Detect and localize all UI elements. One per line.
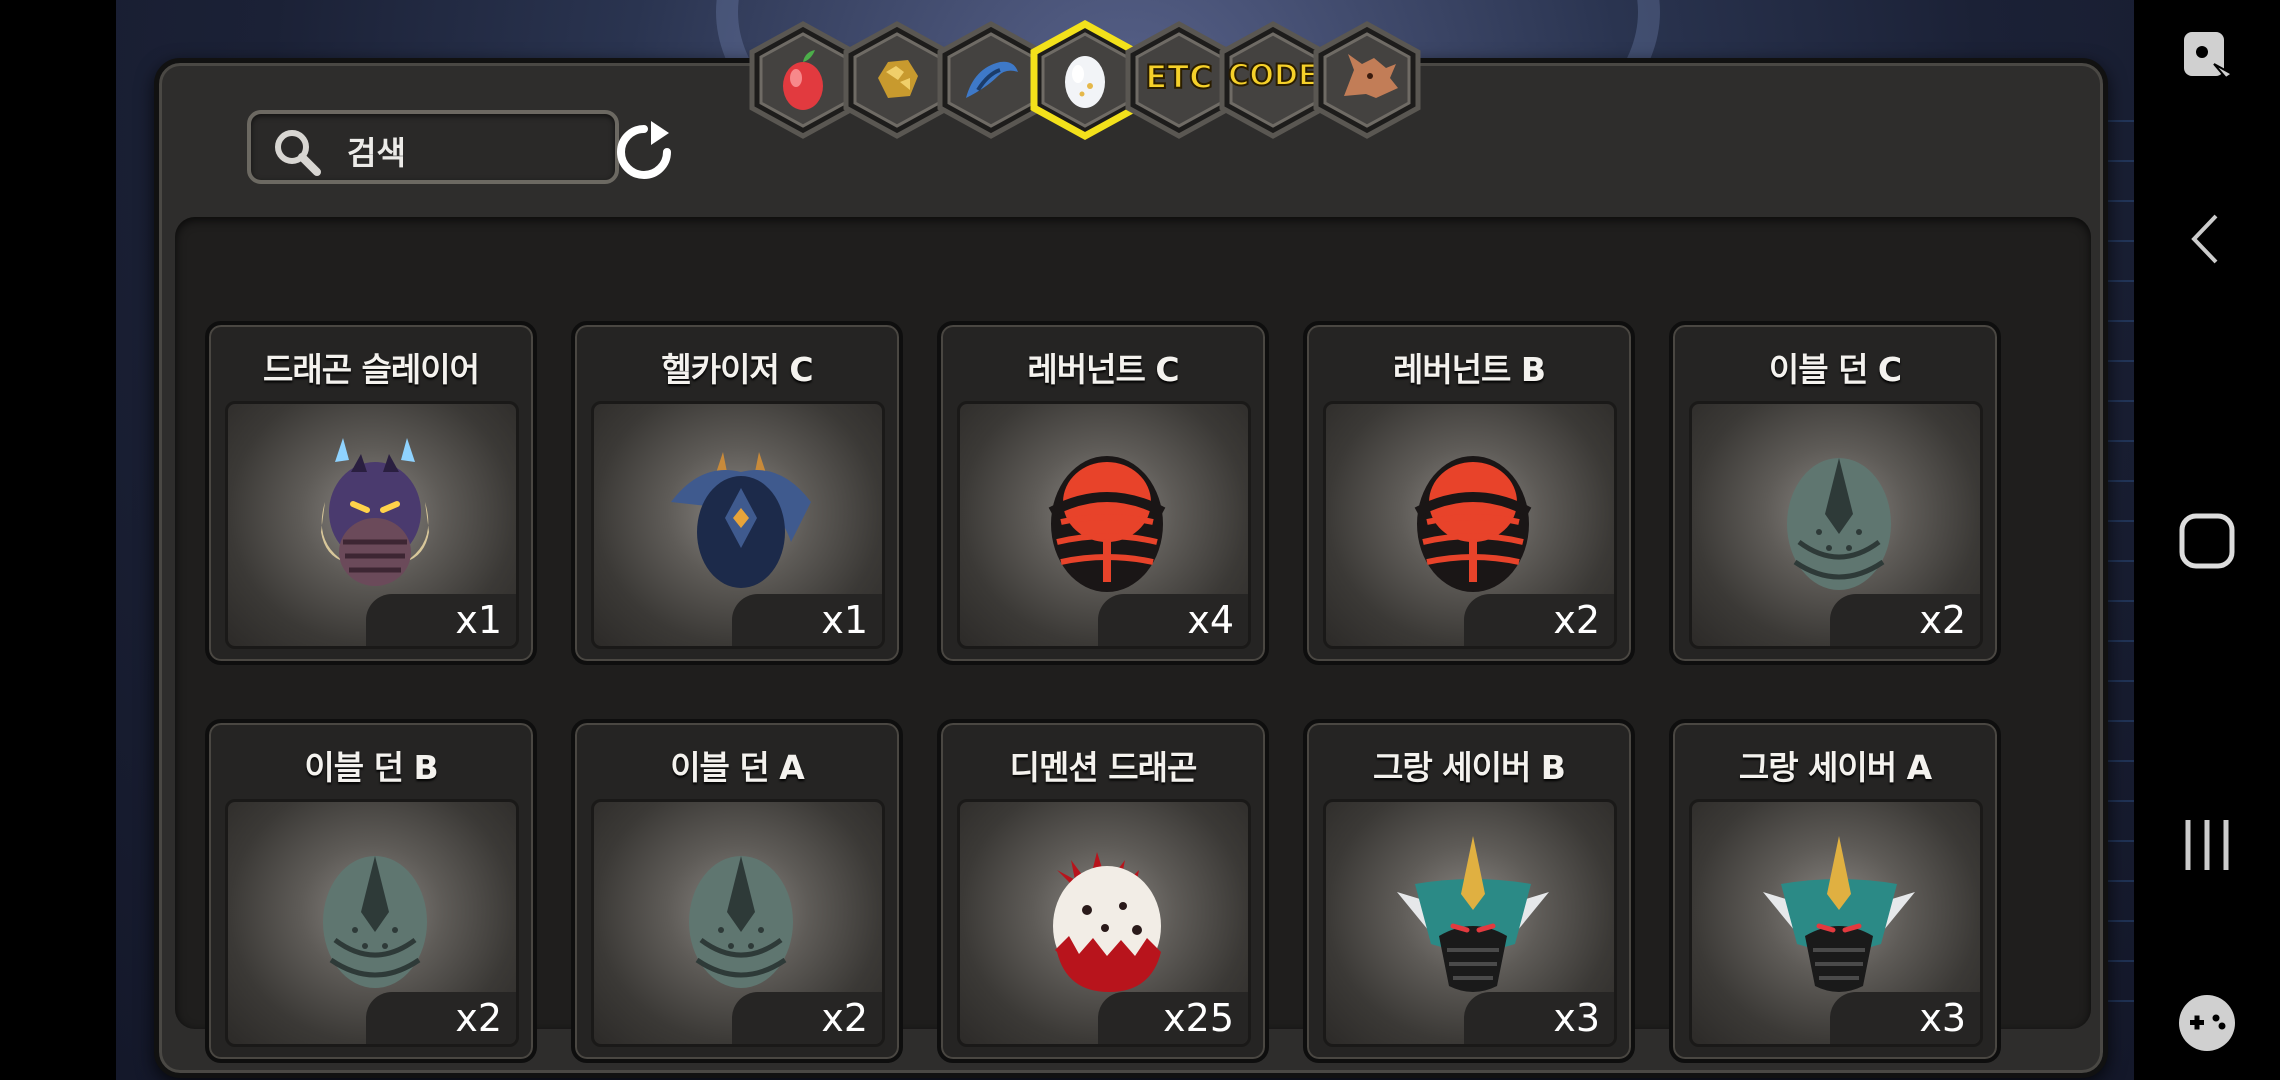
item-slot: x1: [225, 401, 519, 649]
item-quantity: x3: [1464, 992, 1614, 1044]
item-name: 이블 던 B: [304, 748, 438, 787]
evil-dawn-egg-icon: [323, 856, 427, 988]
item-name: 디멘션 드래곤: [1009, 748, 1198, 787]
item-grid: 드래곤 슬레이어 x1 헬카이저 Cx1 레버넌트 Cx4 레버넌트 Bx2 이블 던 C…: [175, 217, 2091, 1063]
android-nav-bar: [2134, 0, 2280, 1080]
evil-dawn-egg-icon: [689, 856, 793, 988]
dimension-dragon-egg-icon: [1053, 852, 1161, 992]
item-card[interactable]: 헬카이저 C x1: [571, 321, 903, 665]
item-slot: x3: [1323, 799, 1617, 1047]
item-card[interactable]: 디멘션 드래곤 x25: [937, 719, 1269, 1063]
item-card[interactable]: 레버넌트 C x4: [937, 321, 1269, 665]
grand-saber-icon: [1763, 836, 1915, 992]
item-quantity: x2: [366, 992, 516, 1044]
item-name: 이블 던 A: [670, 748, 805, 787]
search-box[interactable]: 검색: [247, 110, 619, 184]
item-slot: x2: [591, 799, 885, 1047]
item-name: 레버넌트 C: [1027, 350, 1179, 389]
item-slot: x1: [591, 401, 885, 649]
item-card[interactable]: 레버넌트 B x2: [1303, 321, 1635, 665]
item-card[interactable]: 그랑 세이버 B x3: [1303, 719, 1635, 1063]
item-quantity: x2: [1830, 594, 1980, 646]
item-name: 드래곤 슬레이어: [262, 350, 480, 389]
screen-capture-icon[interactable]: [2174, 24, 2240, 90]
item-card[interactable]: 이블 던 B x2: [205, 719, 537, 1063]
home-icon[interactable]: [2174, 508, 2240, 574]
item-name: 레버넌트 B: [1392, 350, 1546, 389]
search-input[interactable]: 검색: [347, 128, 406, 174]
item-slot: x2: [225, 799, 519, 1047]
helkaiser-icon: [671, 452, 811, 588]
egg-icon: [1065, 56, 1105, 108]
item-quantity: x3: [1830, 992, 1980, 1044]
item-slot: x2: [1323, 401, 1617, 649]
item-quantity: x4: [1098, 594, 1248, 646]
item-quantity: x25: [1098, 992, 1248, 1044]
tab-dragon[interactable]: [1308, 20, 1426, 140]
item-name: 이블 던 C: [1768, 350, 1902, 389]
revenant-egg-icon: [1048, 456, 1166, 592]
item-slot: x4: [957, 401, 1251, 649]
item-quantity: x1: [732, 594, 882, 646]
refresh-icon[interactable]: [611, 119, 677, 185]
item-card[interactable]: 이블 던 C x2: [1669, 321, 2001, 665]
item-name: 헬카이저 C: [661, 350, 813, 389]
item-slot: x25: [957, 799, 1251, 1047]
game-viewport: 검색 드래곤 슬레이어 x1 헬카이저 Cx1 레버넌트 Cx4 레버넌트 Bx2 이블 …: [116, 0, 2134, 1080]
item-slot: x2: [1689, 401, 1983, 649]
inventory-panel: 검색 드래곤 슬레이어 x1 헬카이저 Cx1 레버넌트 Cx4 레버넌트 Bx2 이블 …: [154, 58, 2108, 1078]
item-quantity: x2: [732, 992, 882, 1044]
item-card[interactable]: 이블 던 A x2: [571, 719, 903, 1063]
recents-icon[interactable]: [2174, 812, 2240, 878]
item-name: 그랑 세이버 A: [1738, 748, 1932, 787]
item-card[interactable]: 드래곤 슬레이어 x1: [205, 321, 537, 665]
grand-saber-icon: [1397, 836, 1549, 992]
item-slot: x3: [1689, 799, 1983, 1047]
search-icon: [275, 130, 321, 176]
evil-dawn-egg-icon: [1787, 458, 1891, 590]
back-icon[interactable]: [2174, 206, 2240, 272]
item-quantity: x1: [366, 594, 516, 646]
dragon-slayer-icon: [321, 438, 429, 586]
revenant-egg-icon: [1414, 456, 1532, 592]
item-quantity: x2: [1464, 594, 1614, 646]
item-name: 그랑 세이버 B: [1373, 748, 1566, 787]
item-card[interactable]: 그랑 세이버 A x3: [1669, 719, 2001, 1063]
game-launcher-icon[interactable]: [2174, 990, 2240, 1056]
